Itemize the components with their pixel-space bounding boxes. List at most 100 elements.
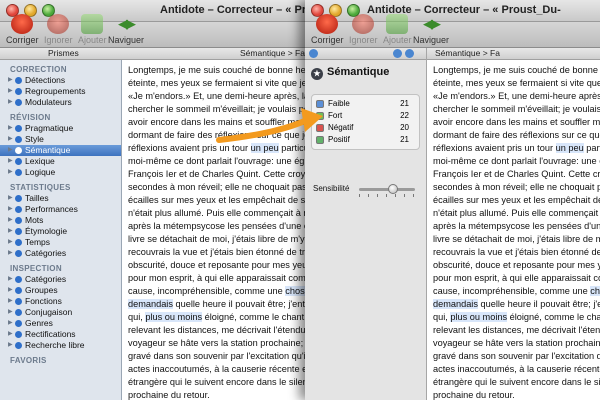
category-row[interactable]: Fort 22 <box>316 110 415 122</box>
ignore-icon <box>352 14 375 34</box>
check-icon <box>15 125 22 132</box>
ignore-button[interactable]: Ignorer <box>349 14 378 45</box>
disclosure-icon[interactable]: ▶ <box>8 248 13 259</box>
category-row[interactable]: Négatif 20 <box>316 122 415 134</box>
text-line: dormant de faire des réflexions sur ce q… <box>433 130 600 140</box>
sidebar-item[interactable]: ▶ Rectifications <box>0 329 121 340</box>
sidebar-item[interactable]: ▶ Sémantique <box>0 145 121 156</box>
disclosure-icon[interactable]: ▶ <box>8 134 13 145</box>
slider-knob[interactable] <box>387 184 398 194</box>
add-button[interactable]: Ajouter <box>78 14 107 45</box>
navigate-button[interactable]: ◀▶ Naviguer <box>108 14 144 45</box>
sidebar-item[interactable]: ▶ Pragmatique <box>0 123 121 134</box>
disclosure-icon[interactable]: ▶ <box>8 226 13 237</box>
disclosure-icon[interactable]: ▶ <box>8 318 13 329</box>
disclosure-icon[interactable]: ▶ <box>8 97 13 108</box>
category-row[interactable]: Faible 21 <box>316 98 415 110</box>
sidebar-group-title[interactable]: RÉVISION <box>0 108 121 123</box>
back-icon[interactable] <box>309 49 318 58</box>
correct-button[interactable]: Corriger <box>311 14 344 45</box>
sidebar-item[interactable]: ▶ Détections <box>0 75 121 86</box>
disclosure-icon[interactable]: ▶ <box>8 204 13 215</box>
correct-icon <box>316 14 339 34</box>
sidebar-item[interactable]: ▶ Fonctions <box>0 296 121 307</box>
disclosure-icon[interactable]: ▶ <box>8 307 13 318</box>
sidebar-item[interactable]: ▶ Groupes <box>0 285 121 296</box>
sidebar-item[interactable]: ▶ Conjugaison <box>0 307 121 318</box>
disclosure-icon[interactable]: ▶ <box>8 167 13 178</box>
sidebar-item[interactable]: ▶ Performances <box>0 204 121 215</box>
panel-title-text: Sémantique <box>327 66 390 78</box>
semantic-panel: ★ Sémantique Faible 21 Fort 22 Négatif 20 Posit… <box>305 48 427 400</box>
category-checkbox[interactable] <box>316 124 324 132</box>
text-line: Longtemps, je me suis couché de bonne he… <box>433 65 600 75</box>
sensibility-slider[interactable] <box>359 184 415 194</box>
text-line: recouvrais la vue et j'étais bien étonné… <box>433 247 600 257</box>
sidebar-group-title[interactable]: CORRECTION <box>0 60 121 75</box>
disclosure-icon[interactable]: ▶ <box>8 75 13 86</box>
disclosure-icon[interactable]: ▶ <box>8 145 13 156</box>
correct-label: Corriger <box>6 35 39 45</box>
sidebar-item[interactable]: ▶ Catégories <box>0 274 121 285</box>
sidebar-item-label: Modulateurs <box>25 97 72 107</box>
add-icon <box>386 14 409 34</box>
up-icon[interactable] <box>393 49 402 58</box>
document-text[interactable]: Longtemps, je me suis couché de bonne he… <box>427 60 600 400</box>
sidebar-item[interactable]: ▶ Catégories <box>0 248 121 259</box>
sidebar-item[interactable]: ▶ Logique <box>0 167 121 178</box>
down-icon[interactable] <box>405 49 414 58</box>
check-icon <box>15 195 22 202</box>
sidebar-item[interactable]: ▶ Style <box>0 134 121 145</box>
check-icon <box>15 320 22 327</box>
sidebar-item-label: Étymologie <box>25 226 68 236</box>
disclosure-icon[interactable]: ▶ <box>8 156 13 167</box>
category-row[interactable]: Positif 21 <box>316 134 415 146</box>
text-line: éteinte, mes yeux se fermaient si vite q… <box>433 78 600 88</box>
sidebar-item[interactable]: ▶ Genres <box>0 318 121 329</box>
add-icon <box>81 14 104 34</box>
disclosure-icon[interactable]: ▶ <box>8 215 13 226</box>
check-icon <box>15 217 22 224</box>
sidebar-item[interactable]: ▶ Modulateurs <box>0 97 121 108</box>
add-button[interactable]: Ajouter <box>383 14 412 45</box>
sidebar-item[interactable]: ▶ Tailles <box>0 193 121 204</box>
sidebar-group-title[interactable]: STATISTIQUES <box>0 178 121 193</box>
disclosure-icon[interactable]: ▶ <box>8 193 13 204</box>
sidebar-group-title[interactable]: FAVORIS <box>0 351 121 366</box>
navigate-button[interactable]: ◀▶ Naviguer <box>413 14 449 45</box>
disclosure-icon[interactable]: ▶ <box>8 237 13 248</box>
disclosure-icon[interactable]: ▶ <box>8 340 13 351</box>
prisms-label: Prismes <box>48 48 79 58</box>
sidebar-item[interactable]: ▶ Regroupements <box>0 86 121 97</box>
text-line: demandais quelle heure il pouvait être; … <box>433 299 600 309</box>
correct-button[interactable]: Corriger <box>6 14 39 45</box>
sidebar-item-label: Style <box>25 134 44 144</box>
sidebar-item[interactable]: ▶ Étymologie <box>0 226 121 237</box>
text-line: chercher le sommeil m'éveillait; je voul… <box>433 104 600 114</box>
star-icon: ★ <box>311 68 323 80</box>
category-checkbox[interactable] <box>316 100 324 108</box>
category-checkbox[interactable] <box>316 136 324 144</box>
disclosure-icon[interactable]: ▶ <box>8 285 13 296</box>
disclosure-icon[interactable]: ▶ <box>8 274 13 285</box>
sidebar-item[interactable]: ▶ Lexique <box>0 156 121 167</box>
disclosure-icon[interactable]: ▶ <box>8 123 13 134</box>
navigate-label: Naviguer <box>413 35 450 45</box>
sidebar-item-label: Performances <box>25 204 78 214</box>
text-line: n'était plus allumé. Puis elle commençai… <box>433 208 600 218</box>
disclosure-icon[interactable]: ▶ <box>8 296 13 307</box>
disclosure-icon[interactable]: ▶ <box>8 329 13 340</box>
sidebar-item-label: Mots <box>25 215 44 225</box>
sidebar-item-label: Conjugaison <box>25 307 73 317</box>
sidebar-group-title[interactable]: INSPECTION <box>0 259 121 274</box>
correct-icon <box>11 14 34 34</box>
ignore-button[interactable]: Ignorer <box>44 14 73 45</box>
sidebar-item[interactable]: ▶ Mots <box>0 215 121 226</box>
text-line: cause, incompréhensible, comme une chose… <box>433 285 600 298</box>
category-checkbox[interactable] <box>316 112 324 120</box>
sidebar-item[interactable]: ▶ Recherche libre <box>0 340 121 351</box>
sidebar-item-label: Lexique <box>25 156 55 166</box>
disclosure-icon[interactable]: ▶ <box>8 86 13 97</box>
panel-title: ★ Sémantique <box>311 66 389 80</box>
sidebar-item[interactable]: ▶ Temps <box>0 237 121 248</box>
